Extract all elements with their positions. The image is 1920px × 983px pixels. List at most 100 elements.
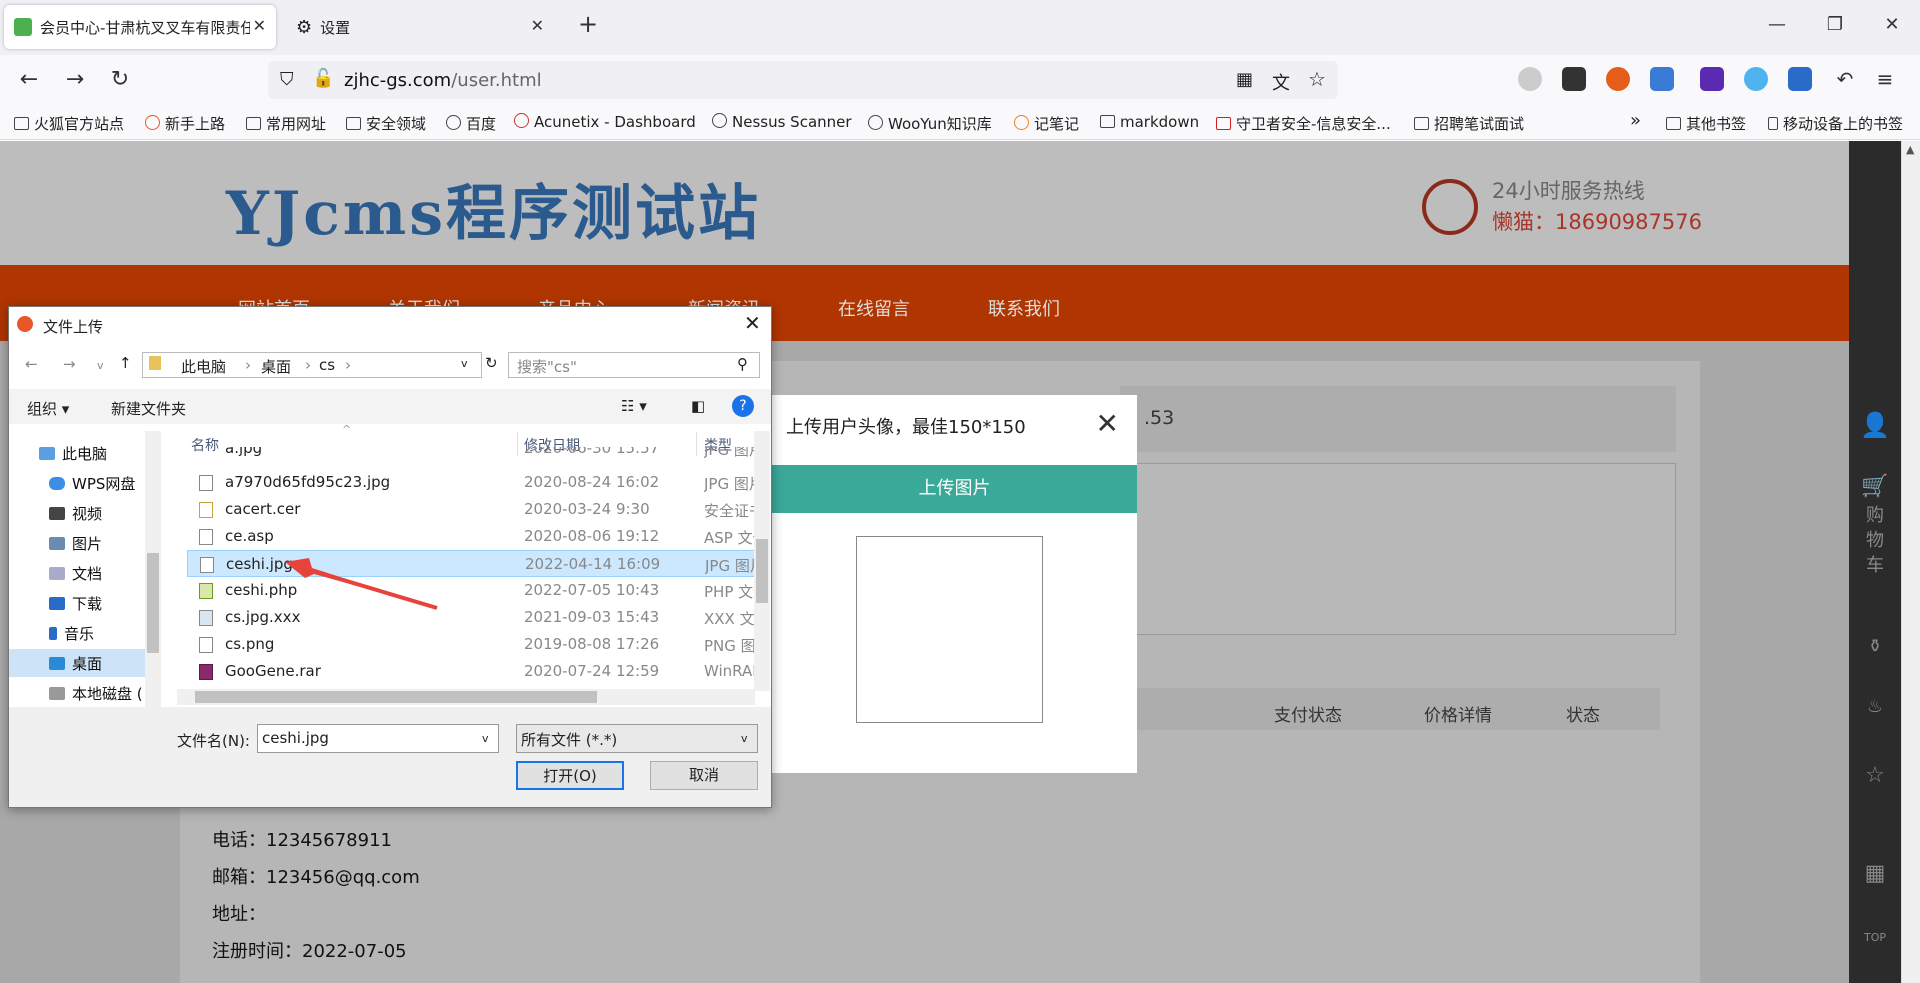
new-tab-button[interactable]: + bbox=[573, 10, 603, 38]
tree-item-wps[interactable]: WPS网盘 bbox=[49, 473, 135, 494]
star-icon[interactable]: ☆ bbox=[1308, 67, 1326, 91]
bookmark-item[interactable]: 移动设备上的书签 bbox=[1768, 113, 1903, 134]
new-folder-button[interactable]: 新建文件夹 bbox=[111, 398, 186, 419]
bookmark-item[interactable]: markdown bbox=[1100, 113, 1199, 131]
bookmark-item[interactable]: 招聘笔试面试 bbox=[1414, 113, 1524, 134]
file-row[interactable]: cs.png 2019-08-08 17:26 PNG 图片 bbox=[187, 631, 762, 658]
cart-label-2[interactable]: 物 bbox=[1849, 526, 1901, 552]
file-type-select[interactable]: 所有文件 (*.*) v bbox=[516, 724, 758, 753]
back-to-top-button[interactable]: TOP bbox=[1849, 931, 1901, 944]
close-icon[interactable]: ✕ bbox=[1096, 407, 1119, 440]
bookmark-item[interactable]: 新手上路 bbox=[145, 113, 225, 134]
extension-badge-icon[interactable] bbox=[1700, 67, 1724, 91]
file-list-hscrollbar[interactable] bbox=[177, 689, 755, 705]
search-input[interactable]: 搜索"cs" ⚲ bbox=[508, 352, 760, 378]
bookmark-item[interactable]: WooYun知识库 bbox=[868, 113, 992, 134]
file-row[interactable]: cacert.cer 2020-03-24 9:30 安全证书 bbox=[187, 496, 762, 523]
filename-input[interactable]: ceshi.jpg v bbox=[257, 724, 499, 753]
tree-item-pictures[interactable]: 图片 bbox=[49, 533, 102, 554]
file-row[interactable]: ceshi.php 2022-07-05 10:43 PHP 文件 bbox=[187, 577, 762, 604]
menu-item-contact[interactable]: 联系我们 bbox=[988, 295, 1060, 321]
tree-item-videos[interactable]: 视频 bbox=[49, 503, 102, 524]
close-tab-icon[interactable]: ✕ bbox=[253, 16, 266, 35]
tab-settings[interactable]: ⚙ 设置 ✕ bbox=[286, 5, 554, 49]
forward-button[interactable]: → bbox=[60, 67, 90, 92]
star-icon[interactable]: ☆ bbox=[1849, 763, 1901, 788]
translate-icon[interactable]: 文 bbox=[1272, 69, 1290, 95]
tree-item-music[interactable]: 音乐 bbox=[49, 623, 94, 644]
block-icon[interactable] bbox=[1606, 67, 1630, 91]
cancel-button[interactable]: 取消 bbox=[650, 761, 758, 790]
tree-item-desktop[interactable]: 桌面 bbox=[49, 653, 102, 674]
tree-scrollbar[interactable] bbox=[145, 431, 161, 711]
cart-label-3[interactable]: 车 bbox=[1849, 551, 1901, 577]
site-logo[interactable]: YJcms程序测试站 bbox=[226, 165, 761, 252]
chevron-down-icon[interactable]: v bbox=[741, 732, 748, 745]
scroll-up-icon[interactable]: ▲ bbox=[1906, 143, 1914, 156]
file-row[interactable]: GooGene.rar 2020-07-24 12:59 WinRAR bbox=[187, 658, 762, 685]
file-row[interactable]: ce.asp 2020-08-06 19:12 ASP 文件 bbox=[187, 523, 762, 550]
bookmark-item[interactable]: 火狐官方站点 bbox=[14, 113, 124, 134]
file-row-selected[interactable]: ceshi.jpg 2022-04-14 16:09 JPG 图片 bbox=[187, 550, 762, 577]
translate-extension-icon[interactable] bbox=[1788, 67, 1812, 91]
qr-code-icon[interactable]: ▦ bbox=[1236, 69, 1253, 90]
close-window-button[interactable]: ✕ bbox=[1877, 14, 1907, 35]
breadcrumb-item[interactable]: 此电脑 bbox=[181, 356, 226, 377]
menu-item-message[interactable]: 在线留言 bbox=[838, 295, 910, 321]
message-textarea[interactable] bbox=[1120, 463, 1676, 635]
close-icon[interactable]: ✕ bbox=[744, 311, 761, 335]
file-row[interactable]: a7970d65fd95c23.jpg 2020-08-24 16:02 JPG… bbox=[187, 469, 762, 496]
organize-button[interactable]: 组织 ▾ bbox=[27, 398, 69, 419]
footprint-icon[interactable]: ♨ bbox=[1849, 696, 1901, 717]
chevron-down-icon[interactable]: v bbox=[97, 359, 104, 372]
bookmark-item[interactable]: Nessus Scanner bbox=[712, 113, 852, 131]
tree-item-downloads[interactable]: 下载 bbox=[49, 593, 102, 614]
breadcrumb-item[interactable]: cs bbox=[319, 356, 335, 374]
shield-icon[interactable]: ⛉ bbox=[280, 69, 294, 90]
view-options-icon[interactable]: ☷ ▾ bbox=[621, 397, 647, 415]
forward-icon[interactable]: → bbox=[63, 355, 76, 373]
back-button[interactable]: ← bbox=[14, 67, 44, 92]
url-bar[interactable]: ⛉ 🔓 zjhc-gs.com/user.html ▦ 文 ☆ bbox=[268, 61, 1338, 99]
refresh-icon[interactable]: ↻ bbox=[485, 354, 498, 372]
user-icon[interactable]: 👤 bbox=[1849, 411, 1901, 439]
file-row[interactable]: a.jpg 2020-06-30 15:57 JPG 图片 bbox=[187, 447, 762, 461]
breadcrumb[interactable]: 此电脑 › 桌面 › cs › v bbox=[142, 352, 482, 378]
more-bookmarks-icon[interactable]: » bbox=[1630, 110, 1641, 131]
qr-code-icon[interactable]: ▦ bbox=[1849, 861, 1901, 886]
money-bag-icon[interactable]: ⚱ bbox=[1849, 636, 1901, 657]
minimize-button[interactable]: — bbox=[1762, 14, 1792, 35]
chevron-down-icon[interactable]: v bbox=[482, 732, 489, 745]
help-icon[interactable]: ? bbox=[732, 395, 754, 417]
bookmark-item[interactable]: 其他书签 bbox=[1666, 113, 1746, 134]
restore-button[interactable]: ❐ bbox=[1820, 14, 1850, 35]
cart-icon[interactable]: 🛒 bbox=[1849, 474, 1901, 499]
page-scrollbar[interactable]: ▲ bbox=[1901, 141, 1920, 983]
sync-icon[interactable] bbox=[1650, 67, 1674, 91]
file-row[interactable]: cs.jpg.xxx 2021-09-03 15:43 XXX 文件 bbox=[187, 604, 762, 631]
file-list-vscrollbar[interactable] bbox=[754, 431, 770, 691]
back-icon[interactable]: ← bbox=[25, 355, 38, 373]
crop-icon[interactable] bbox=[1562, 67, 1586, 91]
breadcrumb-item[interactable]: 桌面 bbox=[261, 356, 291, 377]
extension-icon[interactable] bbox=[1518, 67, 1542, 91]
bookmark-item[interactable]: 安全领域 bbox=[346, 113, 426, 134]
reload-button[interactable]: ↻ bbox=[105, 67, 135, 92]
bookmark-item[interactable]: 守卫者安全-信息安全... bbox=[1216, 113, 1391, 134]
bookmark-item[interactable]: Acunetix - Dashboard bbox=[514, 113, 696, 131]
cart-label-1[interactable]: 购 bbox=[1849, 501, 1901, 527]
open-button[interactable]: 打开(O) bbox=[516, 761, 624, 790]
upload-image-button[interactable]: 上传图片 bbox=[772, 465, 1137, 513]
tree-item-documents[interactable]: 文档 bbox=[49, 563, 102, 584]
tree-item-this-pc[interactable]: 此电脑 bbox=[39, 443, 107, 464]
preview-pane-icon[interactable]: ◧ bbox=[691, 397, 705, 415]
bookmark-item[interactable]: 记笔记 bbox=[1014, 113, 1079, 134]
url-text[interactable]: zjhc-gs.com/user.html bbox=[344, 70, 542, 91]
chevron-down-icon[interactable]: v bbox=[461, 357, 468, 370]
menu-icon[interactable]: ≡ bbox=[1870, 67, 1900, 91]
tree-item-local-disk[interactable]: 本地磁盘 ( bbox=[49, 683, 143, 704]
tab-member-center[interactable]: 会员中心-甘肃杭叉叉车有限责任 ✕ bbox=[4, 5, 276, 49]
circle-extension-icon[interactable] bbox=[1744, 67, 1768, 91]
up-folder-icon[interactable]: ↑ bbox=[119, 354, 132, 372]
insecure-lock-icon[interactable]: 🔓 bbox=[312, 68, 334, 89]
